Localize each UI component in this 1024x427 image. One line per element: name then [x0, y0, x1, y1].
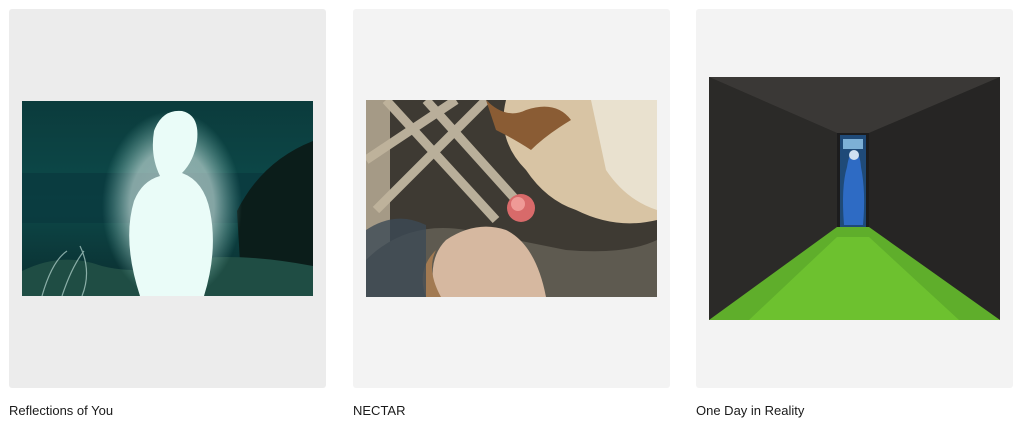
project-thumbnail-frame[interactable] [9, 9, 326, 388]
project-title[interactable]: One Day in Reality [696, 402, 1013, 420]
project-thumbnail-frame[interactable] [696, 9, 1013, 388]
project-card-one-day-in-reality[interactable]: One Day in Reality [696, 9, 1013, 420]
project-title[interactable]: NECTAR [353, 402, 670, 420]
project-card-nectar[interactable]: NECTAR [353, 9, 670, 420]
project-thumbnail-image[interactable] [366, 100, 657, 297]
project-thumbnail-image[interactable] [709, 77, 1000, 320]
project-thumbnail-image[interactable] [22, 101, 313, 296]
project-title[interactable]: Reflections of You [9, 402, 326, 420]
project-gallery: Reflections of You NECTAR One Day in Rea… [0, 0, 1024, 427]
project-card-reflections-of-you[interactable]: Reflections of You [9, 9, 326, 420]
project-thumbnail-frame[interactable] [353, 9, 670, 388]
